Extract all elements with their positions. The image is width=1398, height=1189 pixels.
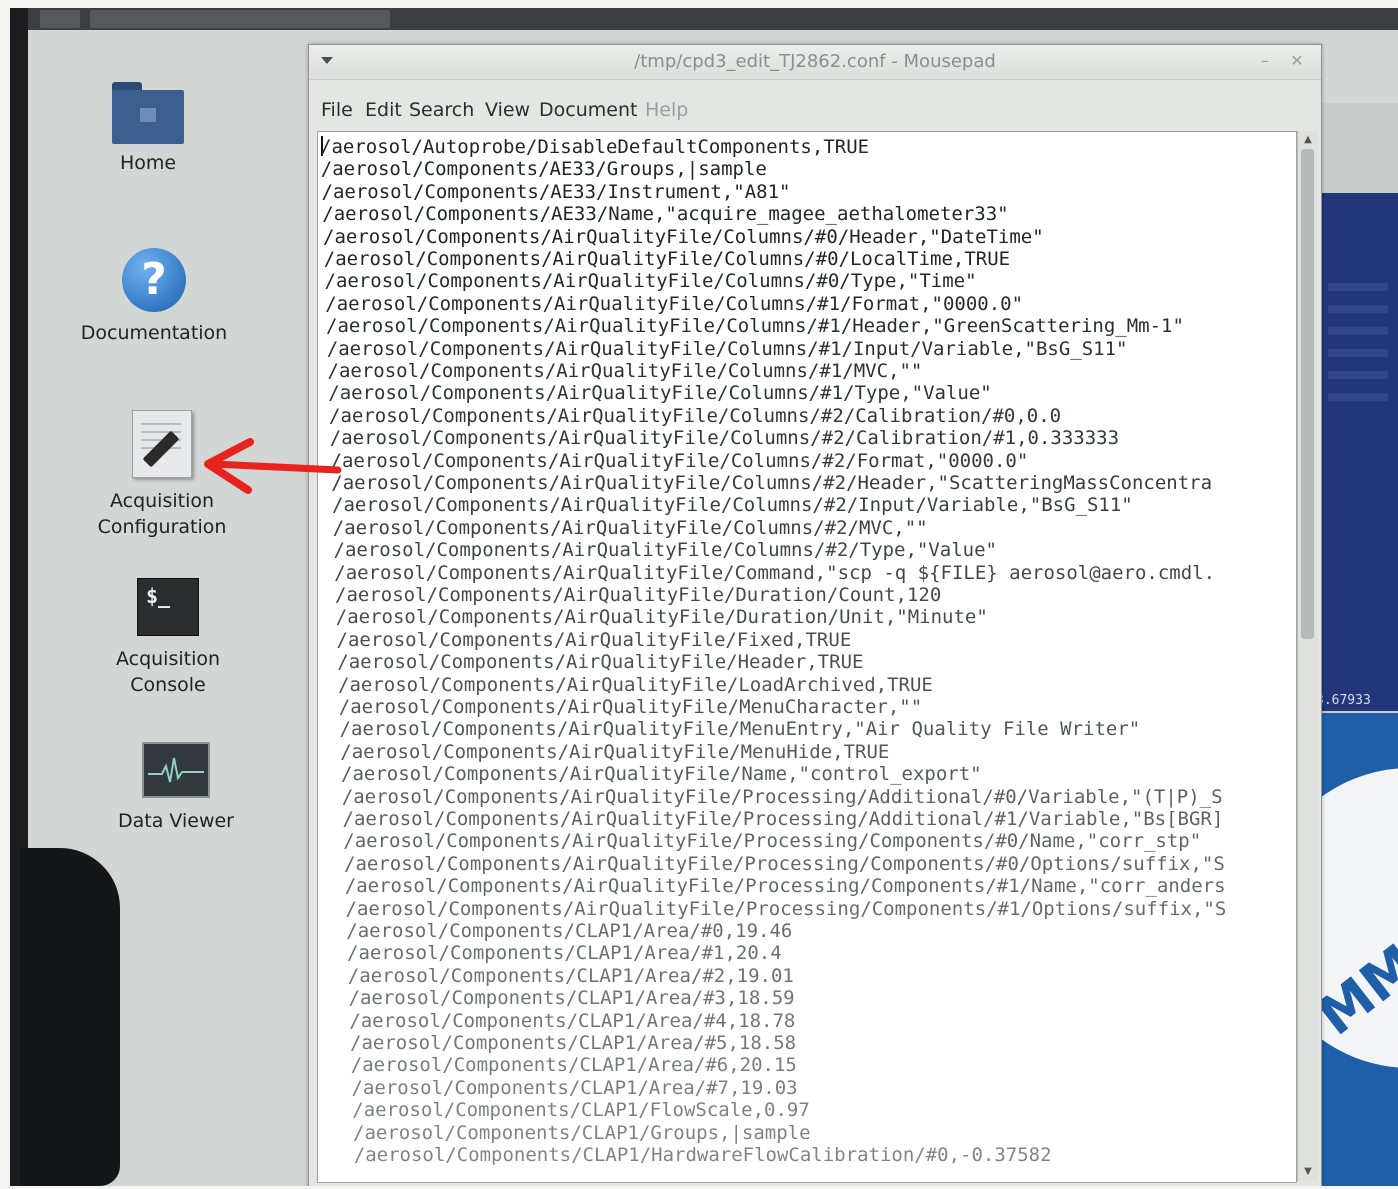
menu-document[interactable]: Document (539, 99, 637, 121)
code-line: /aerosol/Components/AirQualityFile/Colum… (323, 248, 1011, 270)
code-line: /aerosol/Components/AirQualityFile/LoadA… (338, 673, 933, 696)
code-line: /aerosol/Components/AirQualityFile/Fixed… (336, 628, 852, 651)
code-line: /aerosol/Components/AirQualityFile/Heade… (337, 651, 864, 674)
heartbeat-monitor-icon (142, 742, 210, 798)
home-folder-icon (112, 82, 184, 144)
scroll-up-icon[interactable]: ▲ (1300, 133, 1316, 147)
photo-shadow (20, 848, 120, 1186)
code-line: /aerosol/Components/CLAP1/Area/#6,20.15 (350, 1054, 797, 1077)
code-line: /aerosol/Components/CLAP1/FlowScale,0.97 (352, 1099, 810, 1122)
code-line: /aerosol/Components/AirQualityFile/Colum… (326, 315, 1184, 338)
menu-file[interactable]: File (321, 99, 353, 121)
desktop-icon-home[interactable]: Home (68, 82, 228, 176)
mousepad-window[interactable]: /tmp/cpd3_edit_TJ2862.conf - Mousepad – … (308, 44, 1322, 1186)
desktop-icon-label: Acquisition (115, 648, 221, 670)
code-line: /aerosol/Components/CLAP1/HardwareFlowCa… (353, 1144, 1052, 1166)
scrollbar-thumb[interactable] (1301, 149, 1314, 639)
code-line: /aerosol/Components/AE33/Instrument,"A81… (321, 180, 791, 203)
code-line: /aerosol/Components/AirQualityFile/Colum… (326, 337, 1128, 360)
code-line: /aerosol/Components/CLAP1/Area/#7,19.03 (351, 1076, 798, 1099)
menu-bar: File Edit Search View Document Help (309, 99, 1321, 129)
menu-edit[interactable]: Edit (365, 99, 402, 121)
code-line: /aerosol/Components/AirQualityFile/Colum… (332, 494, 1133, 517)
code-line: /aerosol/Components/CLAP1/Area/#1,20.4 (347, 942, 782, 965)
code-line: /aerosol/Components/AirQualityFile/MenuC… (338, 696, 923, 718)
panel-button[interactable] (40, 10, 80, 28)
code-line: /aerosol/Components/AE33/Groups,|sample (320, 158, 767, 181)
code-line: /aerosol/Components/AirQualityFile/Colum… (329, 427, 1120, 450)
background-value-field[interactable]: 3.67933 (1312, 691, 1398, 711)
code-line: /aerosol/Components/AirQualityFile/Proce… (341, 785, 1223, 808)
code-line: /aerosol/Components/CLAP1/Area/#0,19.46 (346, 920, 793, 942)
background-terminal[interactable] (1322, 193, 1398, 693)
desktop-icon-data-viewer[interactable]: Data Viewer (96, 742, 256, 834)
code-line: /aerosol/Components/AirQualityFile/Comma… (334, 561, 1216, 584)
desktop-icon-label: Documentation (80, 322, 228, 344)
code-line: /aerosol/Components/AirQualityFile/Proce… (343, 830, 1202, 853)
code-line: /aerosol/Components/AirQualityFile/Colum… (328, 382, 992, 405)
text-editor-icon (132, 410, 192, 478)
terminal-icon: $_ (137, 578, 199, 636)
scroll-down-icon[interactable]: ▼ (1300, 1165, 1316, 1179)
desktop-icon-label: Console (130, 674, 206, 696)
code-line: /aerosol/Components/AirQualityFile/Colum… (332, 516, 928, 539)
code-line: /aerosol/Components/AirQualityFile/Proce… (344, 875, 1226, 898)
code-line: /aerosol/Components/AirQualityFile/Proce… (345, 897, 1227, 920)
code-line: /aerosol/Components/CLAP1/Groups,|sample (353, 1121, 811, 1144)
editor-text-area[interactable]: /aerosol/Autoprobe/DisableDefaultCompone… (317, 131, 1297, 1183)
top-panel (10, 8, 1398, 30)
menu-help[interactable]: Help (645, 99, 688, 121)
code-line: /aerosol/Components/AirQualityFile/MenuE… (339, 718, 1141, 741)
menu-view[interactable]: View (485, 99, 530, 121)
help-icon: ? (122, 248, 186, 312)
desktop-icon-label: Configuration (97, 516, 227, 538)
close-icon[interactable]: ✕ (1287, 51, 1307, 71)
code-line: /aerosol/Autoprobe/DisableDefaultCompone… (320, 136, 870, 158)
annotation-arrow-icon (204, 438, 342, 494)
code-line: /aerosol/Components/AE33/Name,"acquire_m… (322, 203, 1009, 226)
desktop-icon-label: Data Viewer (118, 810, 234, 832)
code-line: /aerosol/Components/AirQualityFile/Colum… (327, 360, 923, 382)
code-line: /aerosol/Components/AirQualityFile/Proce… (342, 808, 1224, 830)
code-line: /aerosol/Components/AirQualityFile/MenuH… (340, 740, 890, 763)
vertical-scrollbar[interactable]: ▲ ▼ (1297, 131, 1318, 1181)
code-line: /aerosol/Components/AirQualityFile/Durat… (335, 606, 988, 629)
code-line: /aerosol/Components/CLAP1/Area/#4,18.78 (349, 1009, 796, 1032)
code-line: /aerosol/Components/CLAP1/Area/#3,18.59 (348, 987, 795, 1010)
code-line: /aerosol/Components/AirQualityFile/Proce… (344, 852, 1225, 875)
desktop-icon-label: Home (119, 152, 177, 174)
code-line: /aerosol/Components/AirQualityFile/Colum… (331, 472, 1213, 494)
monitor-screen: 3.67933 MMI Home ? Documentation Acquisi… (10, 8, 1398, 1186)
code-line: /aerosol/Components/AirQualityFile/Colum… (329, 404, 1062, 427)
code-line: /aerosol/Components/CLAP1/Area/#5,18.58 (350, 1032, 797, 1054)
code-line: /aerosol/Components/CLAP1/Area/#2,19.01 (347, 964, 794, 987)
menu-search[interactable]: Search (409, 99, 474, 121)
desktop-icon-documentation[interactable]: ? Documentation (74, 248, 234, 346)
minimize-icon[interactable]: – (1255, 51, 1275, 71)
code-line: /aerosol/Components/AirQualityFile/Colum… (324, 270, 977, 293)
desktop-icon-acquisition-console[interactable]: $_ Acquisition Console (88, 578, 248, 698)
code-line: /aerosol/Components/AirQualityFile/Name,… (341, 763, 982, 786)
window-title: /tmp/cpd3_edit_TJ2862.conf - Mousepad (634, 51, 996, 72)
code-line: /aerosol/Components/AirQualityFile/Durat… (335, 584, 942, 606)
code-line: /aerosol/Components/AirQualityFile/Colum… (333, 539, 997, 562)
code-line: /aerosol/Components/AirQualityFile/Colum… (330, 449, 1029, 472)
window-titlebar[interactable]: /tmp/cpd3_edit_TJ2862.conf - Mousepad – … (309, 45, 1321, 80)
code-line: /aerosol/Components/AirQualityFile/Colum… (325, 292, 1024, 315)
panel-taskbar[interactable] (90, 10, 390, 28)
code-line: /aerosol/Components/AirQualityFile/Colum… (323, 225, 1044, 248)
